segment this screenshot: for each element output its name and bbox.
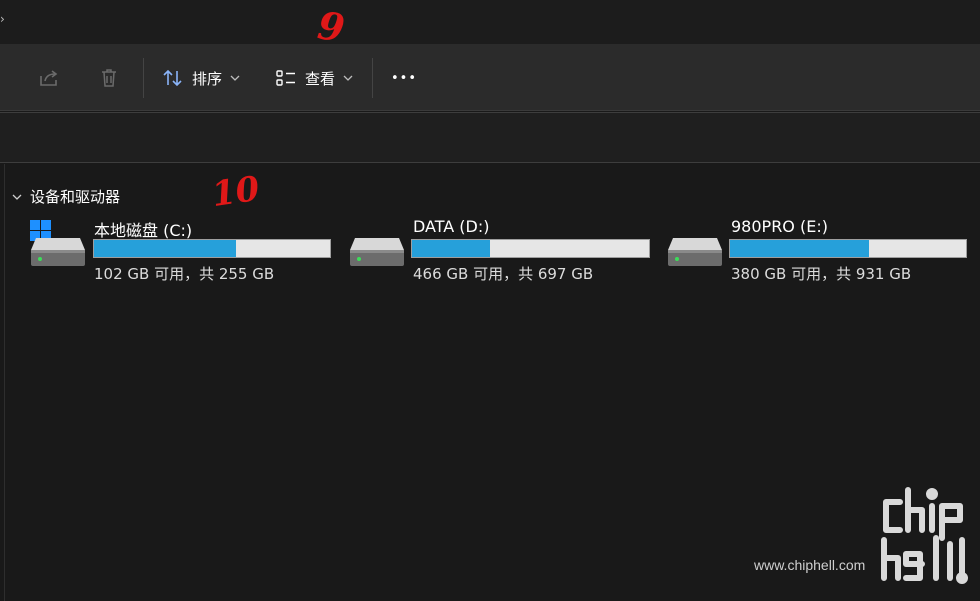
title-strip: ›	[0, 0, 980, 44]
chevron-down-icon	[12, 194, 22, 200]
drive-usage-fill	[94, 240, 236, 257]
drive-free-space: 102 GB 可用，共 255 GB	[94, 265, 275, 283]
address-bar	[0, 112, 980, 163]
drive-d[interactable]: DATA (D:) 466 GB 可用，共 697 GB	[349, 216, 651, 286]
more-icon: •••	[391, 70, 418, 86]
watermark-url: www.chiphell.com	[754, 557, 866, 573]
annotation-10: 10	[209, 168, 262, 216]
trash-icon	[102, 69, 116, 87]
drive-usage-bar	[93, 239, 331, 258]
drives-view: 设备和驱动器 本地磁盘 (C:) 102 GB 可用，共 255 GB DATA…	[0, 164, 980, 601]
hard-drive-icon	[668, 238, 722, 266]
share-button[interactable]	[38, 62, 60, 94]
chevron-down-icon	[343, 75, 353, 81]
group-title: 设备和驱动器	[30, 188, 121, 206]
drive-free-space: 466 GB 可用，共 697 GB	[413, 265, 594, 283]
drive-usage-bar	[411, 239, 650, 258]
sort-button[interactable]: 排序	[162, 62, 240, 94]
drive-name: DATA (D:)	[413, 217, 490, 236]
view-button[interactable]: 查看	[275, 62, 353, 94]
share-icon	[40, 70, 58, 86]
drive-c[interactable]: 本地磁盘 (C:) 102 GB 可用，共 255 GB	[30, 216, 332, 286]
hard-drive-icon	[350, 238, 404, 266]
pane-divider	[4, 164, 5, 601]
drive-free-space: 380 GB 可用，共 931 GB	[731, 265, 912, 283]
group-header-devices[interactable]: 设备和驱动器	[12, 186, 120, 207]
chevron-right-icon: ›	[0, 12, 5, 26]
hard-drive-icon	[31, 238, 85, 266]
more-options-button[interactable]: •••	[391, 62, 417, 94]
view-icon	[276, 70, 295, 86]
sort-label: 排序	[192, 69, 223, 88]
drive-e[interactable]: 980PRO (E:) 380 GB 可用，共 931 GB	[667, 216, 968, 286]
command-bar: 排序 查看 •••	[0, 44, 980, 111]
drive-usage-fill	[730, 240, 870, 257]
delete-button[interactable]	[99, 62, 119, 94]
drive-name: 本地磁盘 (C:)	[94, 221, 193, 240]
toolbar-separator	[143, 58, 144, 98]
drive-usage-bar	[729, 239, 967, 258]
drive-name: 980PRO (E:)	[731, 217, 828, 236]
chevron-down-icon	[230, 75, 240, 81]
drive-usage-fill	[412, 240, 491, 257]
chiphell-logo-icon	[881, 487, 968, 584]
view-label: 查看	[305, 69, 336, 88]
toolbar-separator	[372, 58, 373, 98]
sort-icon	[163, 69, 182, 87]
